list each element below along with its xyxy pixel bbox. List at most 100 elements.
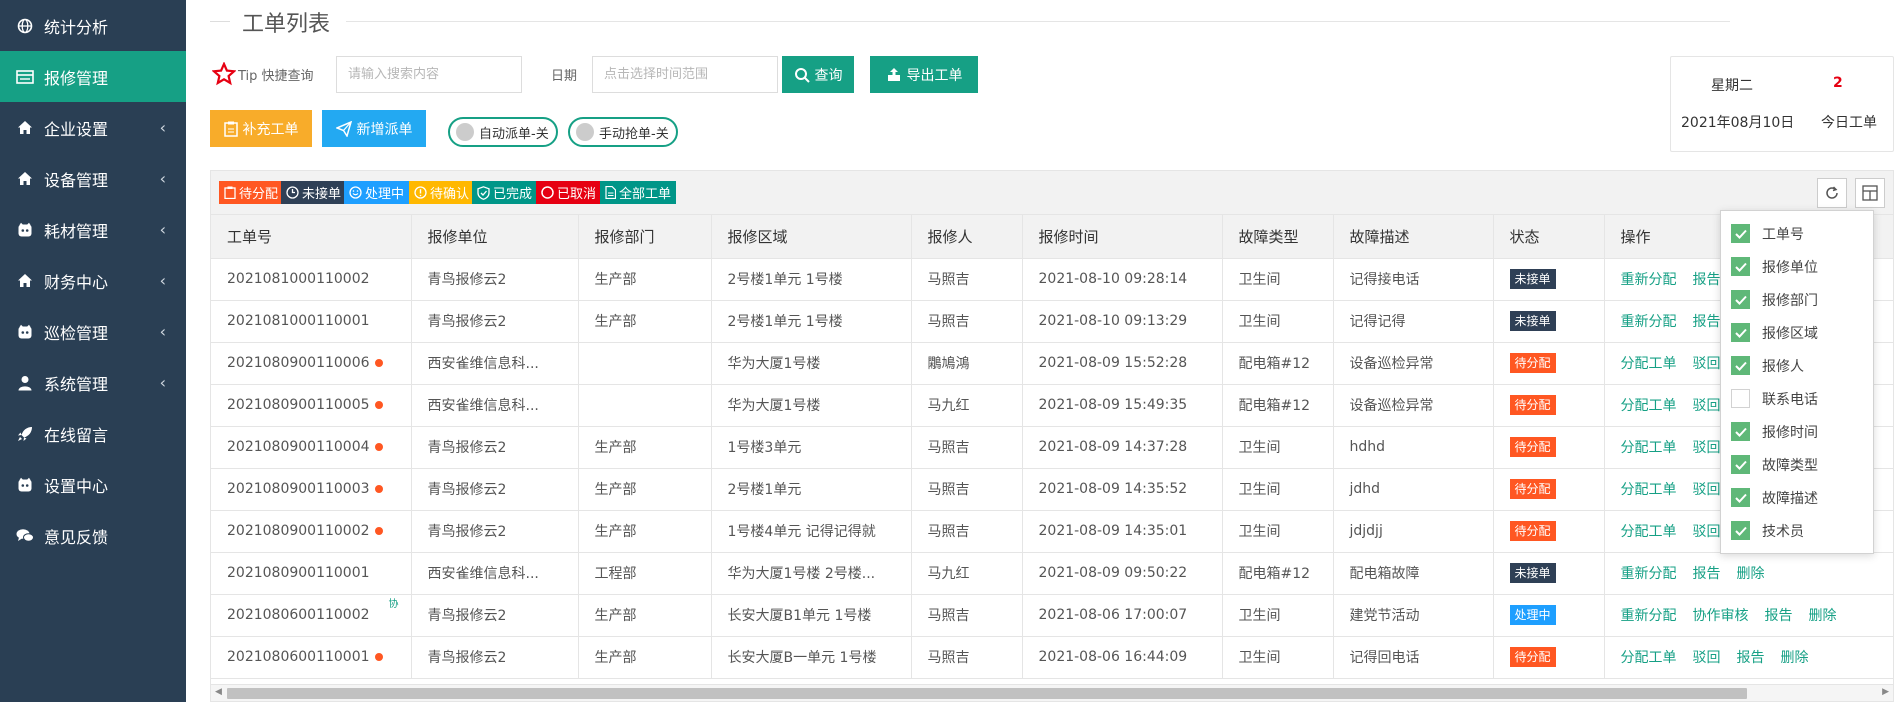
row-action-link[interactable]: 驳回 [1693,356,1721,372]
row-action-link[interactable]: 分配工单 [1621,440,1677,456]
row-action-link[interactable]: 分配工单 [1621,398,1677,414]
manual-grab-toggle[interactable]: 手动抢单-关 [568,117,678,147]
row-action-link[interactable]: 报告 [1737,650,1765,666]
row-action-link[interactable]: 驳回 [1693,440,1721,456]
column-header[interactable]: 报修单位 [411,215,579,259]
status-filter-6[interactable]: 全部工单 [600,181,677,204]
search-input[interactable] [336,56,522,93]
scroll-left-icon[interactable]: ◀ [215,687,222,697]
auto-dispatch-toggle[interactable]: 自动派单-关 [448,117,558,147]
column-option[interactable]: 故障类型 [1721,448,1873,481]
row-action-link[interactable]: 驳回 [1693,650,1721,666]
row-action-link[interactable]: 驳回 [1693,482,1721,498]
column-option[interactable]: 工单号 [1721,217,1873,250]
table-row[interactable]: 2021081000110001 青鸟报修云2 生产部 2号楼1单元 1号楼 马照吉 20… [211,300,1893,343]
row-action-link[interactable]: 报告 [1693,272,1721,288]
checkbox-checked-icon[interactable] [1731,290,1750,309]
row-action-link[interactable]: 删除 [1781,650,1809,666]
horizontal-scrollbar[interactable]: ◀ ▶ [211,684,1893,701]
checkbox-checked-icon[interactable] [1731,323,1750,342]
cell-text: 2021080900110004 [227,439,370,455]
row-action-link[interactable]: 删除 [1809,608,1837,624]
status-filter-0[interactable]: 待分配 [219,181,284,204]
column-option[interactable]: 故障描述 [1721,481,1873,514]
sidebar-item-3[interactable]: 设备管理 ‹ [0,153,186,204]
column-header[interactable]: 故障描述 [1333,215,1494,259]
column-option-label: 报修单位 [1762,259,1818,276]
column-header[interactable]: 工单号 [211,215,412,259]
row-action-link[interactable]: 分配工单 [1621,650,1677,666]
table-row[interactable]: 2021080900110001 西安雀维信息科... 工程部 华为大厦1号楼 2号楼… [211,552,1893,595]
row-action-link[interactable]: 分配工单 [1621,356,1677,372]
column-option[interactable]: 报修部门 [1721,283,1873,316]
status-filter-3[interactable]: 待确认 [409,181,475,204]
column-header[interactable]: 报修部门 [578,215,712,259]
sidebar-item-10[interactable]: 意见反馈 [0,510,186,561]
checkbox-checked-icon[interactable] [1731,521,1750,540]
supplement-order-button[interactable]: 补充工单 [210,110,312,147]
sidebar-item-0[interactable]: 统计分析 [0,0,186,51]
sidebar-item-4[interactable]: 耗材管理 ‹ [0,204,186,255]
checkbox-checked-icon[interactable] [1731,455,1750,474]
status-filter-5[interactable]: 已取消 [536,181,602,204]
column-option[interactable]: 报修时间 [1721,415,1873,448]
table-row[interactable]: 2021080900110003 青鸟报修云2 生产部 2号楼1单元 马照吉 2021-0… [211,468,1893,511]
scroll-right-icon[interactable]: ▶ [1882,687,1889,697]
checkbox-checked-icon[interactable] [1731,224,1750,243]
column-option[interactable]: 报修人 [1721,349,1873,382]
sidebar-item-7[interactable]: 系统管理 ‹ [0,357,186,408]
checkbox-checked-icon[interactable] [1731,356,1750,375]
column-header[interactable]: 故障类型 [1222,215,1334,259]
column-option[interactable]: 报修单位 [1721,250,1873,283]
column-header[interactable]: 报修时间 [1022,215,1223,259]
column-filter-button[interactable] [1855,178,1885,208]
scrollbar-thumb[interactable] [227,688,1747,699]
status-filter-4[interactable]: 已完成 [472,181,538,204]
table-row[interactable]: 2021080900110002 青鸟报修云2 生产部 1号楼4单元 记得记得就 马照吉… [211,510,1893,553]
status-filter-2[interactable]: 处理中 [344,181,410,204]
table-row[interactable]: 2021080900110005 西安雀维信息科... 华为大厦1号楼 马九红 2021… [211,384,1893,427]
checkbox-unchecked-icon[interactable] [1731,389,1750,408]
row-action-link[interactable]: 报告 [1765,608,1793,624]
column-header[interactable]: 报修人 [911,215,1023,259]
row-action-link[interactable]: 报告 [1693,314,1721,330]
chevron-left-icon: ‹ [159,322,166,341]
row-action-link[interactable]: 重新分配 [1621,314,1677,330]
row-action-link[interactable]: 重新分配 [1621,272,1677,288]
export-button[interactable]: 导出工单 [870,56,978,93]
row-action-link[interactable]: 驳回 [1693,398,1721,414]
checkbox-checked-icon[interactable] [1731,488,1750,507]
column-option[interactable]: 报修区域 [1721,316,1873,349]
sidebar-item-6[interactable]: 巡检管理 ‹ [0,306,186,357]
row-action-link[interactable]: 重新分配 [1621,566,1677,582]
sidebar-item-5[interactable]: 财务中心 ‹ [0,255,186,306]
row-action-link[interactable]: 报告 [1693,566,1721,582]
column-option[interactable]: 技术员 [1721,514,1873,547]
cell-person: 马照吉 [911,594,1023,637]
table-row[interactable]: 2021080600110002 协青鸟报修云2 生产部 长安大厦B1单元 1号楼 马照… [211,594,1893,637]
sidebar-item-8[interactable]: 在线留言 [0,408,186,459]
row-action-link[interactable]: 分配工单 [1621,524,1677,540]
date-range-input[interactable] [592,56,778,93]
table-row[interactable]: 2021081000110002 青鸟报修云2 生产部 2号楼1单元 1号楼 马照吉 20… [211,258,1893,301]
row-action-link[interactable]: 驳回 [1693,524,1721,540]
column-header[interactable]: 状态 [1493,215,1605,259]
column-option[interactable]: 联系电话 [1721,382,1873,415]
status-filter-1[interactable]: 未接单 [281,181,347,204]
query-button[interactable]: 查询 [782,56,854,93]
table-row[interactable]: 2021080900110004 青鸟报修云2 生产部 1号楼3单元 马照吉 2021-0… [211,426,1893,469]
row-action-link[interactable]: 重新分配 [1621,608,1677,624]
column-header[interactable]: 报修区域 [711,215,912,259]
checkbox-checked-icon[interactable] [1731,422,1750,441]
checkbox-checked-icon[interactable] [1731,257,1750,276]
refresh-button[interactable] [1817,178,1847,208]
sidebar-item-9[interactable]: 设置中心 [0,459,186,510]
row-action-link[interactable]: 删除 [1737,566,1765,582]
new-dispatch-button[interactable]: 新增派单 [322,110,426,147]
sidebar-item-1[interactable]: 报修管理 [0,51,186,102]
sidebar-item-2[interactable]: 企业设置 ‹ [0,102,186,153]
row-action-link[interactable]: 分配工单 [1621,482,1677,498]
table-row[interactable]: 2021080900110006 西安雀维信息科... 华为大厦1号楼 鷴鳩鴻 2021… [211,342,1893,385]
row-action-link[interactable]: 协作审核 [1693,608,1749,624]
table-row[interactable]: 2021080600110001 青鸟报修云2 生产部 长安大厦B一单元 1号楼 马照吉… [211,636,1893,679]
